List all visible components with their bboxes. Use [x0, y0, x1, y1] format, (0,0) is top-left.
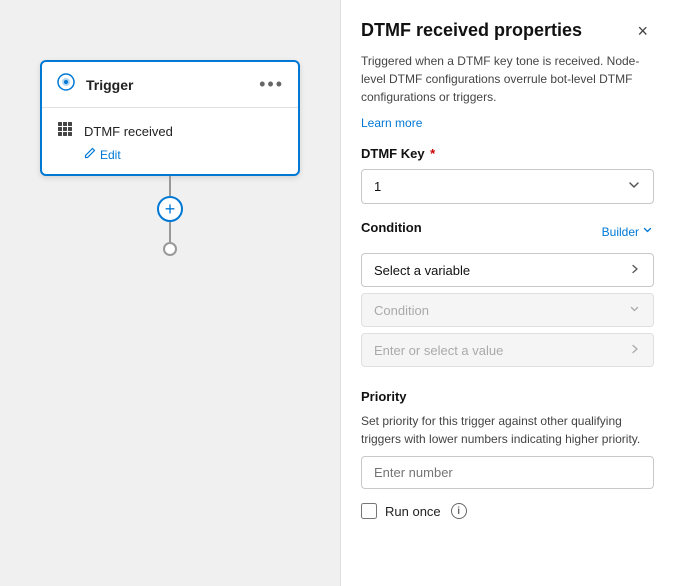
properties-panel: DTMF received properties × Triggered whe…: [340, 0, 674, 586]
condition-chevron-icon: [629, 302, 641, 318]
condition-section: Condition Builder Select a variable Co: [361, 220, 654, 373]
run-once-info-icon[interactable]: i: [451, 503, 467, 519]
trigger-node-body: DTMF received Edit: [42, 108, 298, 174]
dtmf-key-value: 1: [374, 179, 381, 194]
connector-line-bottom: [169, 222, 171, 242]
add-node-button[interactable]: +: [157, 196, 183, 222]
edit-label-text: Edit: [100, 148, 121, 162]
edit-link[interactable]: Edit: [84, 147, 284, 162]
priority-label: Priority: [361, 389, 654, 404]
trigger-node: Trigger •••: [40, 60, 300, 176]
required-star: *: [427, 146, 436, 161]
condition-header: Condition Builder: [361, 220, 654, 243]
value-placeholder-text: Enter or select a value: [374, 343, 503, 358]
dtmf-label: DTMF received: [84, 124, 173, 139]
priority-section: Priority Set priority for this trigger a…: [361, 389, 654, 503]
trigger-icon: [56, 72, 76, 97]
priority-description: Set priority for this trigger against ot…: [361, 412, 654, 448]
condition-dropdown-disabled: Condition: [361, 293, 654, 327]
dtmf-row: DTMF received: [56, 120, 284, 143]
trigger-menu-button[interactable]: •••: [259, 74, 284, 95]
dtmf-key-section: DTMF Key * 1: [361, 146, 654, 220]
panel-title: DTMF received properties: [361, 20, 582, 41]
learn-more-link[interactable]: Learn more: [361, 116, 654, 130]
select-variable-dropdown[interactable]: Select a variable: [361, 253, 654, 287]
flow-canvas: Trigger •••: [0, 0, 340, 586]
panel-header: DTMF received properties ×: [361, 20, 654, 42]
builder-link[interactable]: Builder: [602, 224, 654, 239]
condition-label: Condition: [361, 220, 422, 235]
trigger-title: Trigger: [86, 77, 133, 93]
select-variable-chevron-icon: [629, 262, 641, 278]
trigger-node-header: Trigger •••: [42, 62, 298, 108]
builder-chevron-icon: [642, 224, 654, 239]
close-button[interactable]: ×: [631, 20, 654, 42]
priority-input[interactable]: [361, 456, 654, 489]
run-once-row: Run once i: [361, 503, 654, 519]
dtmf-key-chevron-icon: [627, 178, 641, 195]
dtmf-key-dropdown[interactable]: 1: [361, 169, 654, 204]
run-once-checkbox[interactable]: [361, 503, 377, 519]
select-variable-placeholder: Select a variable: [374, 263, 470, 278]
edit-pencil-icon: [84, 147, 96, 162]
end-node-circle: [163, 242, 177, 256]
value-dropdown-disabled: Enter or select a value: [361, 333, 654, 367]
value-chevron-icon: [629, 342, 641, 358]
connector-area: +: [157, 176, 183, 256]
run-once-label: Run once: [385, 504, 441, 519]
trigger-header-left: Trigger: [56, 72, 133, 97]
condition-placeholder-text: Condition: [374, 303, 429, 318]
dtmf-grid-icon: [56, 120, 74, 143]
connector-line-top: [169, 176, 171, 196]
dtmf-key-label: DTMF Key *: [361, 146, 654, 161]
panel-description: Triggered when a DTMF key tone is receiv…: [361, 52, 654, 106]
